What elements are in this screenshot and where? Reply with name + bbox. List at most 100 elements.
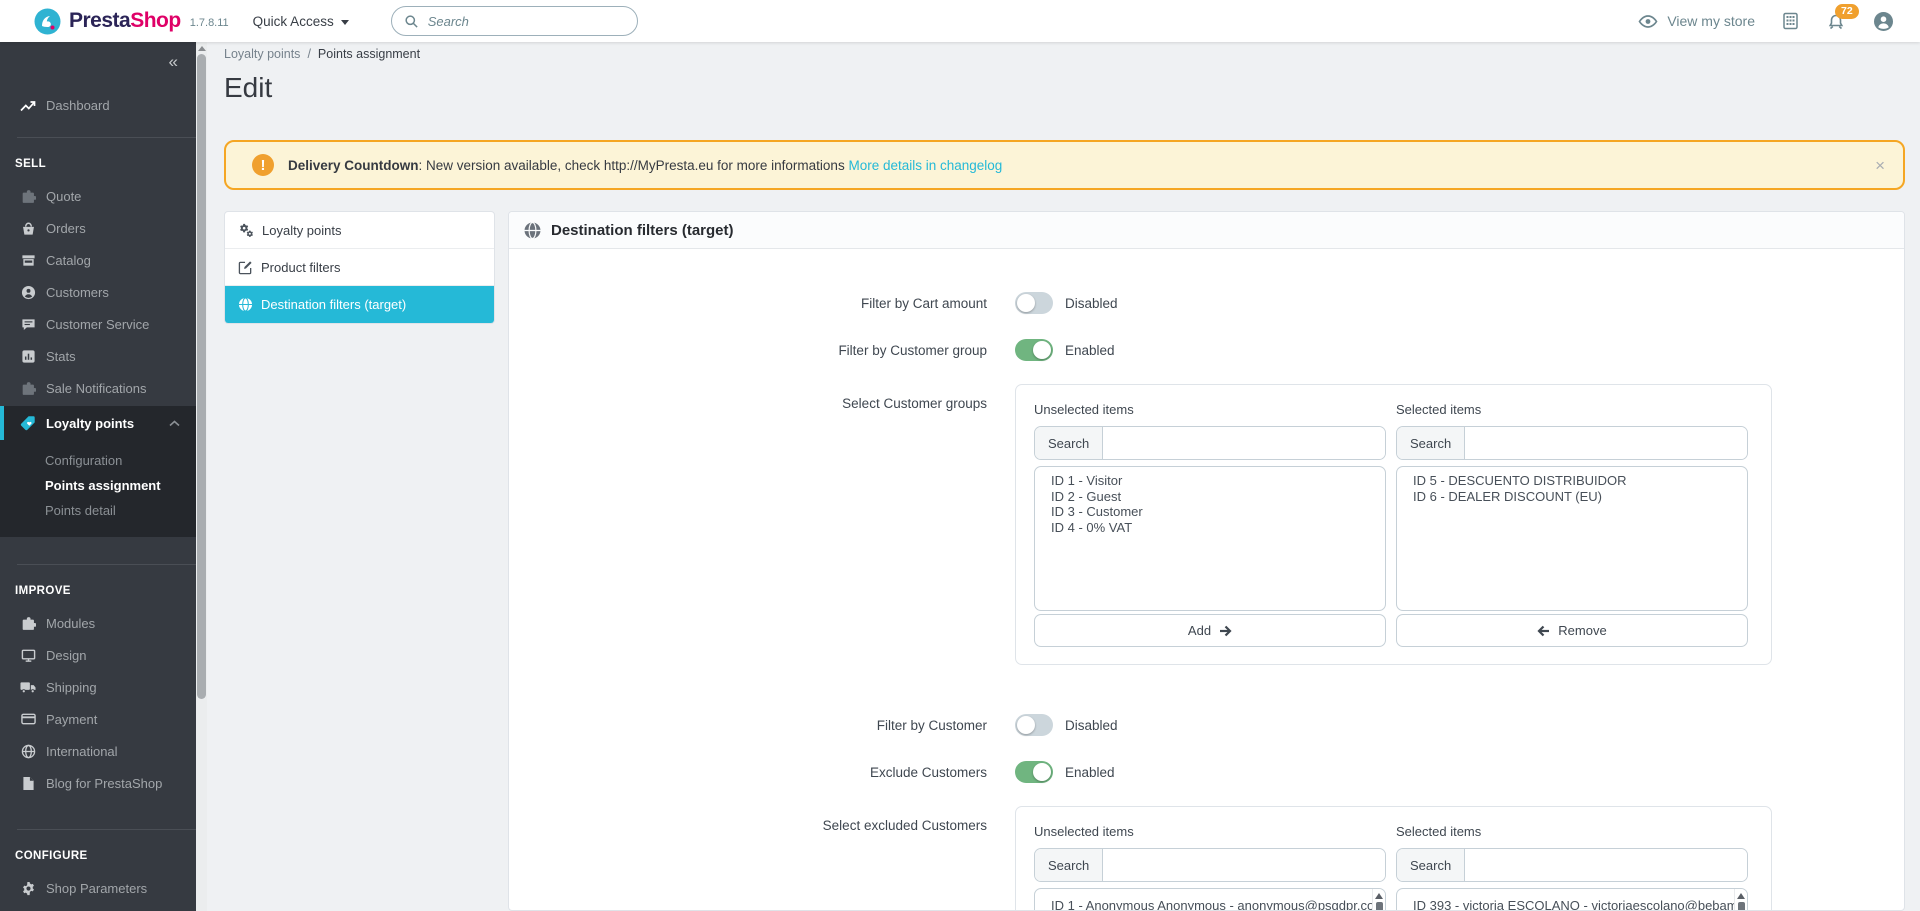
warning-alert: ! Delivery Countdown: New version availa… <box>224 140 1905 190</box>
scrollbar-thumb[interactable] <box>1375 902 1383 910</box>
unselected-search-input[interactable] <box>1103 427 1385 459</box>
exclude-customers-row: Exclude Customers Enabled <box>509 760 1904 784</box>
sidebar-item-quote[interactable]: Quote <box>0 180 196 212</box>
quick-access-menu[interactable]: Quick Access <box>253 14 349 29</box>
view-my-store-link[interactable]: View my store <box>1638 13 1755 29</box>
scroll-up-arrow[interactable] <box>1737 893 1745 899</box>
remove-button[interactable]: Remove <box>1396 614 1748 647</box>
sidebar-subitem-configuration[interactable]: Configuration <box>0 448 196 473</box>
page-title: Edit <box>224 72 273 103</box>
global-search <box>390 6 638 36</box>
sidebar-item-label: Catalog <box>46 252 91 268</box>
search-input[interactable] <box>427 13 625 29</box>
column-title: Unselected items <box>1034 402 1134 417</box>
search-label: Search <box>1035 849 1104 881</box>
unselected-search: Search <box>1034 848 1386 882</box>
top-bar: PrestaShop 1.7.8.11 Quick Access View my… <box>0 0 1920 42</box>
tab-loyalty-points[interactable]: Loyalty points <box>225 212 494 249</box>
sidebar-item-modules[interactable]: Modules <box>0 607 196 639</box>
customer-group-toggle[interactable] <box>1015 339 1053 361</box>
unselected-listbox[interactable]: ID 1 - Visitor ID 2 - Guest ID 3 - Custo… <box>1034 466 1386 611</box>
listbox-scrollbar[interactable] <box>1734 889 1747 910</box>
cart-amount-toggle[interactable] <box>1015 292 1053 314</box>
list-option[interactable]: ID 393 - victoria ESCOLANO - victoriaesc… <box>1397 895 1747 910</box>
selected-search: Search <box>1396 426 1748 460</box>
panel-title: Destination filters (target) <box>551 221 734 239</box>
list-option[interactable]: ID 5 - DESCUENTO DISTRIBUIDOR <box>1397 473 1747 489</box>
listbox-scrollbar[interactable] <box>1372 889 1385 910</box>
list-option[interactable]: ID 2 - Guest <box>1035 489 1385 505</box>
sidebar-item-label: Loyalty points <box>46 415 135 431</box>
unselected-listbox[interactable]: ID 1 - Anonymous Anonymous - anonymous@p… <box>1034 888 1386 910</box>
gears-icon <box>238 223 254 237</box>
list-option[interactable]: ID 4 - 0% VAT <box>1035 520 1385 536</box>
selected-column: Selected items Search ID 5 - DESCUENTO D… <box>1396 402 1748 647</box>
toggle-state-label: Enabled <box>1065 342 1115 358</box>
add-button[interactable]: Add <box>1034 614 1386 647</box>
shop-grid-button[interactable] <box>1782 12 1799 30</box>
scrollbar-thumb[interactable] <box>1737 902 1745 910</box>
scrollbar-thumb[interactable] <box>197 54 206 699</box>
customer-toggle[interactable] <box>1015 714 1053 736</box>
sidebar-item-label: Customer Service <box>46 316 150 332</box>
sidebar-item-catalog[interactable]: Catalog <box>0 244 196 276</box>
selected-listbox[interactable]: ID 5 - DESCUENTO DISTRIBUIDOR ID 6 - DEA… <box>1396 466 1748 611</box>
sidebar-item-international[interactable]: International <box>0 735 196 767</box>
customer-groups-picker-row: Select Customer groups Unselected items … <box>509 384 1904 665</box>
sidebar-item-orders[interactable]: Orders <box>0 212 196 244</box>
list-option[interactable]: ID 1 - Anonymous Anonymous - anonymous@p… <box>1035 895 1385 910</box>
sidebar-item-payment[interactable]: Payment <box>0 703 196 735</box>
loyalty-tag-icon <box>20 415 36 431</box>
selected-listbox[interactable]: ID 393 - victoria ESCOLANO - victoriaesc… <box>1396 888 1748 910</box>
list-option[interactable]: ID 3 - Customer <box>1035 504 1385 520</box>
sidebar-subitem-points-detail[interactable]: Points detail <box>0 498 196 523</box>
sidebar-item-design[interactable]: Design <box>0 639 196 671</box>
alert-changelog-link[interactable]: More details in changelog <box>848 158 1002 173</box>
scroll-up-arrow[interactable] <box>1375 893 1383 899</box>
sidebar-item-label: Shipping <box>46 679 97 695</box>
list-option[interactable]: ID 1 - Visitor <box>1035 473 1385 489</box>
list-option[interactable]: ID 6 - DEALER DISCOUNT (EU) <box>1397 489 1747 505</box>
toggle-knob <box>1033 763 1051 781</box>
breadcrumb-parent[interactable]: Loyalty points <box>224 47 300 61</box>
sidebar-item-customer-service[interactable]: Customer Service <box>0 308 196 340</box>
exclude-customers-toggle[interactable] <box>1015 761 1053 783</box>
filter-customer-group-row: Filter by Customer group Enabled <box>509 338 1904 362</box>
selected-search-input[interactable] <box>1465 849 1747 881</box>
sidebar-item-loyalty-points[interactable]: Loyalty points <box>0 406 196 440</box>
chevron-up-icon <box>169 419 180 427</box>
sidebar-scrollbar[interactable] <box>196 42 207 911</box>
sidebar-item-customers[interactable]: Customers <box>0 276 196 308</box>
sidebar-subitem-points-assignment[interactable]: Points assignment <box>0 473 196 498</box>
notifications-button[interactable]: 72 <box>1826 3 1859 31</box>
sidebar-section-sell: SELL <box>15 158 46 170</box>
panel-header: Destination filters (target) <box>509 212 1904 249</box>
sidebar-item-shop-parameters[interactable]: Shop Parameters <box>0 872 196 904</box>
sidebar-item-dashboard[interactable]: Dashboard <box>0 88 196 122</box>
sidebar-item-blog[interactable]: Blog for PrestaShop <box>0 767 196 799</box>
account-button[interactable] <box>1873 11 1894 32</box>
selected-search: Search <box>1396 848 1748 882</box>
scroll-up-arrow[interactable] <box>197 46 206 51</box>
unselected-search-input[interactable] <box>1103 849 1385 881</box>
close-icon[interactable]: × <box>1875 157 1885 174</box>
field-label: Select excluded Customers <box>822 818 987 833</box>
chevron-down-icon <box>340 19 349 25</box>
tab-product-filters[interactable]: Product filters <box>225 249 494 286</box>
globe-icon <box>524 221 541 239</box>
field-label: Exclude Customers <box>869 764 987 780</box>
excluded-customers-picker-row: Select excluded Customers Unselected ite… <box>509 806 1904 910</box>
alert-title: Delivery Countdown <box>288 157 419 173</box>
tab-destination-filters[interactable]: Destination filters (target) <box>225 286 494 323</box>
brand-presta: Presta <box>69 9 131 32</box>
sidebar-item-label: Design <box>46 647 87 663</box>
selected-search-input[interactable] <box>1465 427 1747 459</box>
sidebar-collapse-button[interactable]: « <box>0 42 196 72</box>
column-title: Selected items <box>1396 402 1482 417</box>
sidebar-item-stats[interactable]: Stats <box>0 340 196 372</box>
unselected-search: Search <box>1034 426 1386 460</box>
prestashop-logo[interactable]: PrestaShop <box>34 8 181 35</box>
sidebar-item-shipping[interactable]: Shipping <box>0 671 196 703</box>
remove-label: Remove <box>1558 623 1607 638</box>
sidebar-item-sale-notifications[interactable]: Sale Notifications <box>0 372 196 404</box>
